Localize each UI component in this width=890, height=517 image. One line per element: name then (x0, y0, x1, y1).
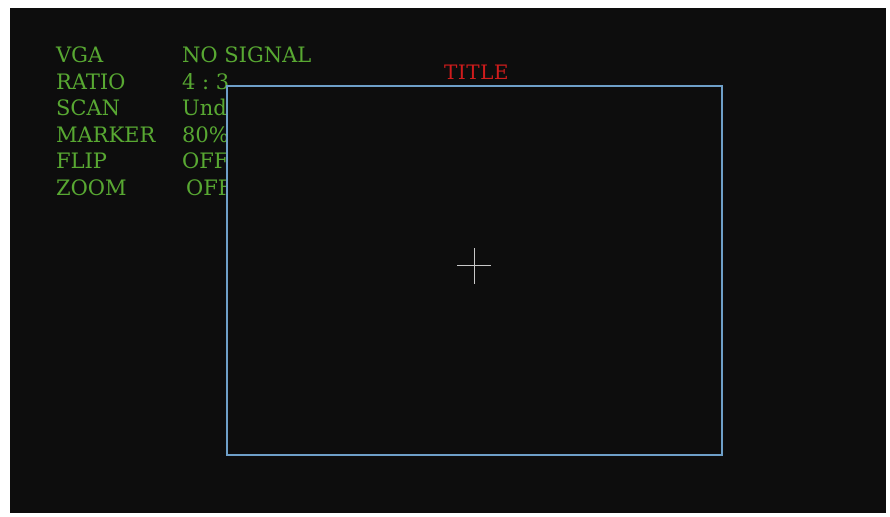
osd-label-ratio: RATIO (56, 69, 126, 94)
osd-label-marker: MARKER (56, 122, 156, 147)
title-overlay: TITLE (444, 60, 509, 84)
osd-label-zoom: ZOOM (56, 175, 127, 200)
osd-label-flip: FLIP (56, 149, 107, 173)
osd-value-flip: OFF (182, 149, 229, 173)
osd-label-scan: SCAN (56, 96, 120, 120)
osd-value-marker: 80% (182, 122, 229, 147)
crosshair-vertical-line (474, 248, 475, 284)
center-crosshair-icon (457, 248, 491, 284)
osd-value-ratio: 4 : 3 (182, 69, 230, 94)
osd-value-vga: NO SIGNAL (182, 43, 312, 67)
monitor-screen: VGA NO SIGNAL RATIO 4 : 3 SCAN UnderScan… (10, 8, 886, 513)
osd-label-vga: VGA (56, 43, 104, 67)
